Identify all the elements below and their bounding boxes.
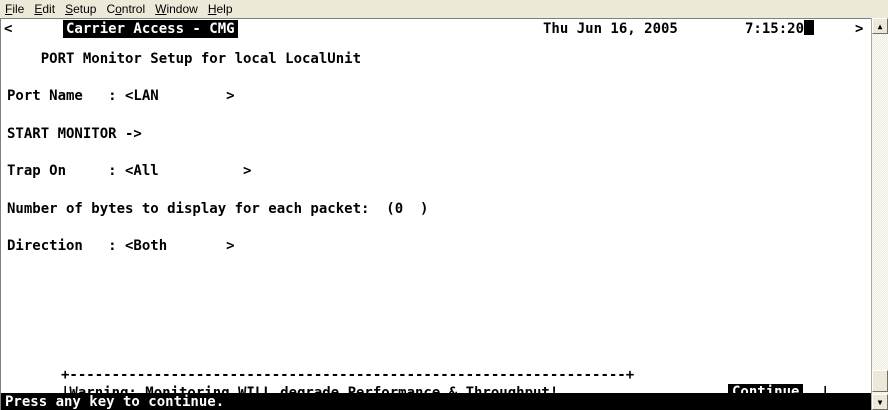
- menu-bar: File Edit Setup Control Window Help: [0, 0, 888, 18]
- start-monitor-action[interactable]: START MONITOR ->: [7, 125, 142, 143]
- text-cursor: [804, 20, 815, 35]
- trap-on-field[interactable]: Trap On : <All >: [7, 162, 251, 180]
- arrow-up-icon: ▲: [877, 21, 883, 31]
- direction-field[interactable]: Direction : <Both >: [7, 237, 235, 255]
- scroll-up-button[interactable]: ▲: [872, 18, 888, 34]
- header-date: Thu Jun 16, 2005: [543, 21, 678, 37]
- bytes-to-display-field[interactable]: Number of bytes to display for each pack…: [7, 200, 428, 218]
- header-time: 7:15:20: [745, 20, 815, 38]
- scroll-left-indicator: <: [4, 21, 13, 37]
- page-title: PORT Monitor Setup for local LocalUnit: [7, 51, 362, 67]
- scroll-down-button[interactable]: ▼: [872, 394, 888, 410]
- port-name-field[interactable]: Port Name : <LAN >: [7, 87, 235, 105]
- terminal-window: File Edit Setup Control Window Help < Ca…: [0, 0, 888, 410]
- menu-file[interactable]: File: [0, 2, 29, 16]
- menu-setup[interactable]: Setup: [60, 2, 101, 16]
- scroll-right-indicator: >: [855, 21, 864, 37]
- menu-help[interactable]: Help: [203, 2, 238, 16]
- menu-window[interactable]: Window: [150, 2, 203, 16]
- vertical-scrollbar[interactable]: ▲ ▼: [871, 18, 888, 410]
- screen-title: Carrier Access - CMG: [63, 20, 238, 38]
- scrollbar-thumb[interactable]: [872, 370, 888, 392]
- arrow-down-icon: ▼: [877, 397, 883, 407]
- menu-control[interactable]: Control: [101, 2, 150, 16]
- terminal-screen[interactable]: < Carrier Access - CMG Thu Jun 16, 2005 …: [0, 18, 871, 410]
- status-line: Press any key to continue.: [1, 393, 871, 410]
- menu-edit[interactable]: Edit: [29, 2, 60, 16]
- warning-box-border: +---------------------------------------…: [61, 367, 635, 383]
